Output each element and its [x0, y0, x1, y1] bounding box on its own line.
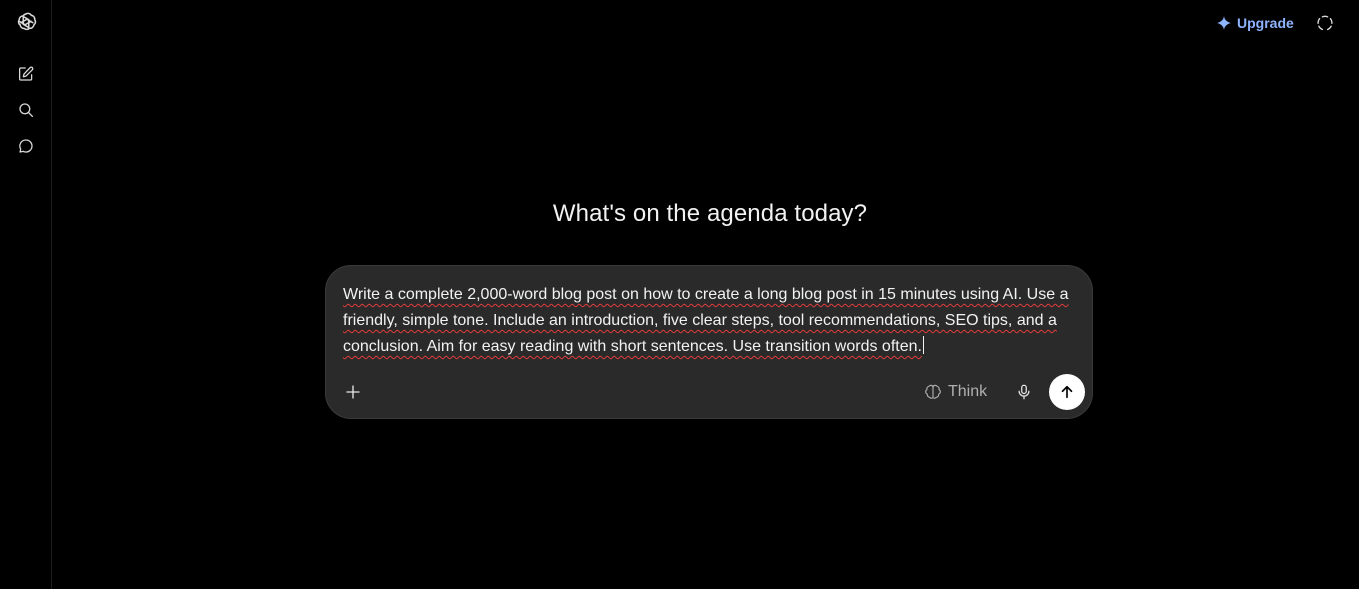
openai-logo-icon[interactable] — [14, 10, 38, 34]
think-button[interactable]: Think — [924, 379, 987, 405]
dictate-button[interactable] — [1011, 379, 1037, 405]
search-icon[interactable] — [14, 98, 38, 122]
arrow-up-icon — [1061, 385, 1073, 399]
page-title: What's on the agenda today? — [552, 200, 868, 227]
upgrade-label: Upgrade — [1237, 15, 1294, 31]
app-window: Upgrade What's on the agenda today? Writ… — [0, 0, 1359, 589]
microphone-icon — [1018, 384, 1030, 400]
dashed-circle-icon — [1317, 15, 1333, 31]
brain-icon — [925, 384, 941, 399]
send-button[interactable] — [1049, 374, 1085, 410]
prompt-text: Write a complete 2,000-word blog post on… — [343, 286, 1069, 355]
add-attachment-button[interactable] — [340, 379, 366, 405]
sparkle-icon — [1217, 16, 1231, 30]
new-chat-icon[interactable] — [14, 62, 38, 86]
plus-icon — [346, 385, 360, 399]
temporary-chat-button[interactable] — [1314, 12, 1336, 34]
prompt-input[interactable]: Write a complete 2,000-word blog post on… — [343, 282, 1079, 360]
chats-icon[interactable] — [14, 134, 38, 158]
prompt-composer: Write a complete 2,000-word blog post on… — [325, 265, 1093, 419]
think-label: Think — [948, 383, 988, 400]
upgrade-button[interactable]: Upgrade — [1216, 12, 1294, 34]
sidebar-rail — [0, 0, 52, 589]
text-caret — [922, 336, 924, 354]
